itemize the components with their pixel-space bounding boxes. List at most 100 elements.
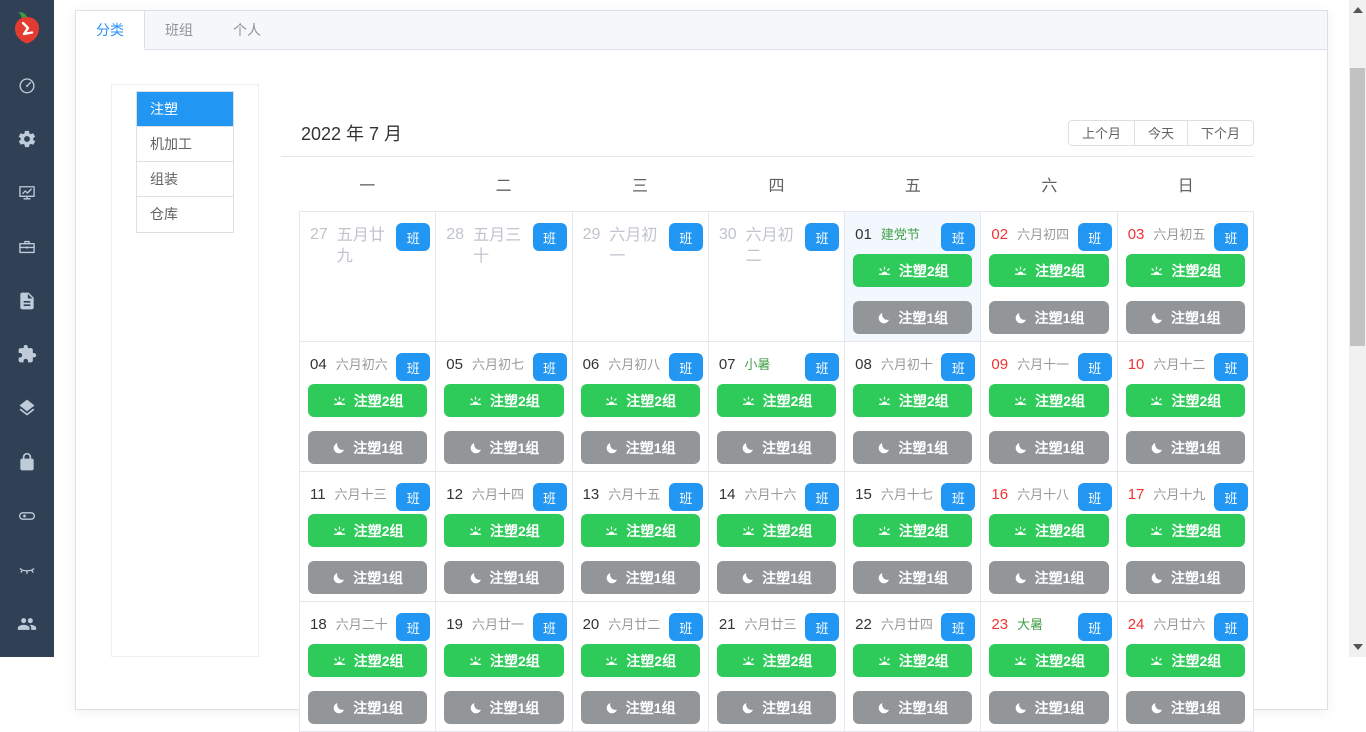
work-day-badge[interactable]: 班 — [1077, 223, 1112, 251]
night-shift-button[interactable]: 注塑1组 — [989, 561, 1109, 594]
work-day-badge[interactable]: 班 — [396, 613, 431, 641]
day-shift-button[interactable]: 注塑2组 — [1125, 254, 1245, 287]
day-shift-button[interactable]: 注塑2组 — [989, 514, 1109, 547]
day-shift-button[interactable]: 注塑2组 — [580, 514, 700, 547]
night-shift-button[interactable]: 注塑1组 — [1125, 691, 1245, 724]
calendar-cell-15[interactable]: 15 六月十七班注塑2组 注塑1组 — [845, 472, 982, 602]
night-shift-button[interactable]: 注塑1组 — [580, 561, 700, 594]
night-shift-button[interactable]: 注塑1组 — [308, 431, 428, 464]
work-day-badge[interactable]: 班 — [396, 483, 431, 511]
calendar-cell-16[interactable]: 16 六月十八班注塑2组 注塑1组 — [981, 472, 1118, 602]
day-shift-button[interactable]: 注塑2组 — [308, 644, 428, 677]
work-day-badge[interactable]: 班 — [668, 483, 703, 511]
night-shift-button[interactable]: 注塑1组 — [853, 561, 973, 594]
today-button[interactable]: 今天 — [1133, 119, 1188, 146]
eye-closed-icon[interactable] — [16, 559, 38, 581]
work-day-badge[interactable]: 班 — [396, 223, 431, 251]
day-shift-button[interactable]: 注塑2组 — [716, 644, 837, 677]
night-shift-button[interactable]: 注塑1组 — [1125, 301, 1245, 334]
day-shift-button[interactable]: 注塑2组 — [308, 514, 428, 547]
category-item-注塑[interactable]: 注塑 — [137, 92, 233, 127]
calendar-cell-19[interactable]: 19 六月廿一班注塑2组 注塑1组 — [436, 602, 573, 732]
calendar-cell-18[interactable]: 18 六月二十班注塑2组 注塑1组 — [300, 602, 437, 732]
lock-icon[interactable] — [16, 451, 38, 473]
day-shift-button[interactable]: 注塑2组 — [1125, 384, 1245, 417]
work-day-badge[interactable]: 班 — [668, 613, 703, 641]
calendar-cell-29[interactable]: 29 六月初一班 — [572, 212, 709, 342]
night-shift-button[interactable]: 注塑1组 — [989, 301, 1109, 334]
day-shift-button[interactable]: 注塑2组 — [444, 644, 564, 677]
category-item-仓库[interactable]: 仓库 — [137, 197, 233, 232]
page-scrollbar[interactable] — [1349, 0, 1366, 657]
tab-分类[interactable]: 分类 — [76, 11, 145, 50]
night-shift-button[interactable]: 注塑1组 — [444, 561, 564, 594]
calendar-cell-03[interactable]: 03 六月初五班注塑2组 注塑1组 — [1117, 212, 1254, 342]
night-shift-button[interactable]: 注塑1组 — [1125, 431, 1245, 464]
briefcase-icon[interactable] — [16, 236, 38, 258]
app-logo[interactable] — [0, 0, 54, 54]
work-day-badge[interactable]: 班 — [1214, 353, 1248, 381]
night-shift-button[interactable]: 注塑1组 — [1125, 561, 1245, 594]
calendar-cell-02[interactable]: 02 六月初四班注塑2组 注塑1组 — [981, 212, 1118, 342]
calendar-cell-24[interactable]: 24 六月廿六班注塑2组 注塑1组 — [1117, 602, 1254, 732]
day-shift-button[interactable]: 注塑2组 — [716, 514, 837, 547]
calendar-cell-21[interactable]: 21 六月廿三班注塑2组 注塑1组 — [708, 602, 846, 732]
day-shift-button[interactable]: 注塑2组 — [989, 384, 1109, 417]
next-month-button[interactable]: 下个月 — [1186, 119, 1254, 146]
scroll-down-arrow-icon[interactable] — [1353, 644, 1363, 650]
work-day-badge[interactable]: 班 — [805, 483, 840, 511]
day-shift-button[interactable]: 注塑2组 — [580, 384, 700, 417]
calendar-cell-14[interactable]: 14 六月十六班注塑2组 注塑1组 — [708, 472, 846, 602]
night-shift-button[interactable]: 注塑1组 — [580, 691, 700, 724]
calendar-cell-01[interactable]: 01 建党节 班注塑2组 注塑1组 — [845, 212, 982, 342]
calendar-cell-28[interactable]: 28 五月三十班 — [436, 212, 573, 342]
work-day-badge[interactable]: 班 — [1077, 353, 1112, 381]
prev-month-button[interactable]: 上个月 — [1067, 119, 1135, 146]
scrollbar-thumb[interactable] — [1350, 68, 1365, 346]
category-item-组装[interactable]: 组装 — [137, 162, 233, 197]
work-day-badge[interactable]: 班 — [941, 223, 976, 251]
calendar-cell-17[interactable]: 17 六月十九班注塑2组 注塑1组 — [1117, 472, 1254, 602]
calendar-cell-04[interactable]: 04 六月初六班注塑2组 注塑1组 — [300, 342, 437, 472]
users-icon[interactable] — [16, 613, 38, 635]
category-item-机加工[interactable]: 机加工 — [137, 127, 233, 162]
tab-个人[interactable]: 个人 — [213, 11, 281, 49]
layers-icon[interactable] — [16, 397, 38, 419]
work-day-badge[interactable]: 班 — [805, 613, 840, 641]
calendar-cell-30[interactable]: 30 六月初二班 — [708, 212, 846, 342]
work-day-badge[interactable]: 班 — [532, 353, 567, 381]
calendar-cell-11[interactable]: 11 六月十三班注塑2组 注塑1组 — [300, 472, 437, 602]
day-shift-button[interactable]: 注塑2组 — [1125, 644, 1245, 677]
night-shift-button[interactable]: 注塑1组 — [444, 431, 564, 464]
night-shift-button[interactable]: 注塑1组 — [853, 691, 973, 724]
work-day-badge[interactable]: 班 — [1077, 483, 1112, 511]
dashboard-icon[interactable] — [16, 74, 38, 96]
night-shift-button[interactable]: 注塑1组 — [308, 691, 428, 724]
day-shift-button[interactable]: 注塑2组 — [444, 514, 564, 547]
work-day-badge[interactable]: 班 — [805, 353, 840, 381]
work-day-badge[interactable]: 班 — [668, 353, 703, 381]
calendar-cell-06[interactable]: 06 六月初八班注塑2组 注塑1组 — [572, 342, 709, 472]
calendar-cell-13[interactable]: 13 六月十五班注塑2组 注塑1组 — [572, 472, 709, 602]
calendar-cell-09[interactable]: 09 六月十一班注塑2组 注塑1组 — [981, 342, 1118, 472]
night-shift-button[interactable]: 注塑1组 — [716, 431, 837, 464]
night-shift-button[interactable]: 注塑1组 — [989, 691, 1109, 724]
settings-gear-icon[interactable] — [16, 128, 38, 150]
work-day-badge[interactable]: 班 — [1214, 483, 1248, 511]
work-day-badge[interactable]: 班 — [941, 353, 976, 381]
calendar-cell-07[interactable]: 07 小暑 班注塑2组 注塑1组 — [708, 342, 846, 472]
work-day-badge[interactable]: 班 — [805, 223, 840, 251]
calendar-cell-20[interactable]: 20 六月廿二班注塑2组 注塑1组 — [572, 602, 709, 732]
day-shift-button[interactable]: 注塑2组 — [308, 384, 428, 417]
work-day-badge[interactable]: 班 — [668, 223, 703, 251]
night-shift-button[interactable]: 注塑1组 — [716, 691, 837, 724]
document-icon[interactable] — [16, 290, 38, 312]
day-shift-button[interactable]: 注塑2组 — [580, 644, 700, 677]
night-shift-button[interactable]: 注塑1组 — [580, 431, 700, 464]
work-day-badge[interactable]: 班 — [532, 223, 567, 251]
calendar-cell-12[interactable]: 12 六月十四班注塑2组 注塑1组 — [436, 472, 573, 602]
calendar-cell-10[interactable]: 10 六月十二班注塑2组 注塑1组 — [1117, 342, 1254, 472]
calendar-cell-05[interactable]: 05 六月初七班注塑2组 注塑1组 — [436, 342, 573, 472]
day-shift-button[interactable]: 注塑2组 — [853, 254, 973, 287]
toggle-icon[interactable] — [16, 505, 38, 527]
